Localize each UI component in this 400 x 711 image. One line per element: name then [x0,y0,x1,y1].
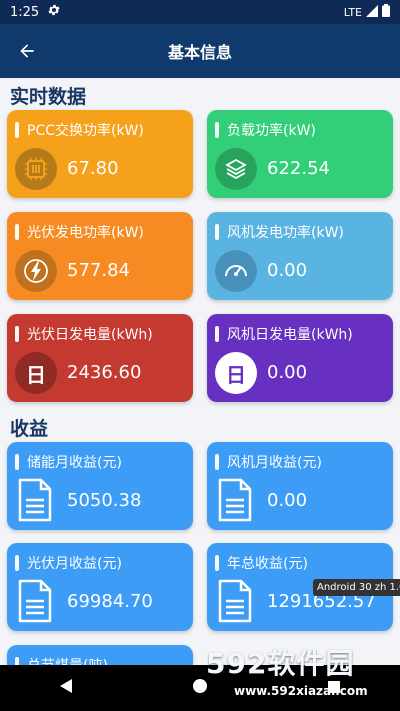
document-icon [217,579,253,623]
card-accent-bar [215,122,219,138]
card-accent-bar [15,326,19,342]
section-title-realtime: 实时数据 [10,86,87,108]
card-pv-monthly-income[interactable]: 光伏月收益(元) 69984.70 [7,543,193,631]
card-value: 0.00 [267,490,308,511]
status-bar: 1:25 LTE [0,0,400,24]
card-label: 光伏发电功率(kW) [27,225,144,241]
app-bar: 基本信息 [0,24,400,78]
card-value: 0.00 [267,362,308,383]
card-value: 5050.38 [67,490,142,511]
card-pcc-power[interactable]: PCC交换功率(kW) 67.80 [7,110,193,198]
card-total-coal-saving[interactable]: 总节煤量(吨) [7,645,193,665]
card-label: 储能月收益(元) [27,455,122,471]
card-label: 总节煤量(吨) [27,655,108,665]
card-label: 风机日发电量(kWh) [227,327,353,343]
card-accent-bar [215,224,219,240]
card-value: 67.80 [67,158,119,179]
card-accent-bar [215,555,219,571]
status-time: 1:25 [10,4,40,20]
card-label: PCC交换功率(kW) [27,123,144,139]
card-wind-daily-energy[interactable]: 风机日发电量(kWh) 日 0.00 [207,314,393,402]
card-label: 光伏月收益(元) [27,556,122,572]
document-icon [17,478,53,522]
watermark-url: www.592xiazai.com [234,684,368,698]
card-label: 负载功率(kW) [227,123,316,139]
back-arrow-icon[interactable] [14,38,40,64]
card-wind-monthly-income[interactable]: 风机月收益(元) 0.00 [207,442,393,530]
card-accent-bar [15,657,19,665]
card-storage-monthly-income[interactable]: 储能月收益(元) 5050.38 [7,442,193,530]
document-icon [217,478,253,522]
day-icon: 日 [215,352,257,394]
card-label: 风机发电功率(kW) [227,225,344,241]
card-value: 577.84 [67,260,130,281]
card-pv-power[interactable]: 光伏发电功率(kW) 577.84 [7,212,193,300]
card-accent-bar [15,454,19,470]
card-value: 622.54 [267,158,330,179]
card-wind-power[interactable]: 风机发电功率(kW) 0.00 [207,212,393,300]
card-label: 光伏日发电量(kWh) [27,327,153,343]
card-accent-bar [15,224,19,240]
card-value: 69984.70 [67,591,153,612]
network-type: LTE [343,5,362,19]
card-label: 年总收益(元) [227,556,308,572]
document-icon [17,579,53,623]
card-accent-bar [215,326,219,342]
version-toast: Android 30 zh 1.0 [313,579,400,596]
nav-back-icon[interactable] [59,678,73,698]
card-value: 0.00 [267,260,308,281]
day-icon-text: 日 [26,362,46,387]
card-accent-bar [15,122,19,138]
settings-icon [47,3,61,21]
status-right: LTE [344,4,390,20]
page-title: 基本信息 [167,43,232,62]
lightning-icon [15,250,57,292]
card-value: 2436.60 [67,362,142,383]
card-accent-bar [15,555,19,571]
layers-icon [215,148,257,190]
section-title-income: 收益 [10,418,49,440]
day-icon-text: 日 [226,362,246,387]
chip-icon [15,148,57,190]
card-pv-daily-energy[interactable]: 光伏日发电量(kWh) 日 2436.60 [7,314,193,402]
site-watermark: 592软件园 www.592xiazai.com [200,636,400,711]
watermark-logo-text: 592软件园 [206,647,355,680]
gauge-icon [215,250,257,292]
day-icon: 日 [15,352,57,394]
battery-icon [382,4,390,20]
card-label: 风机月收益(元) [227,455,322,471]
signal-icon [366,4,378,20]
card-load-power[interactable]: 负载功率(kW) 622.54 [207,110,393,198]
card-accent-bar [215,454,219,470]
